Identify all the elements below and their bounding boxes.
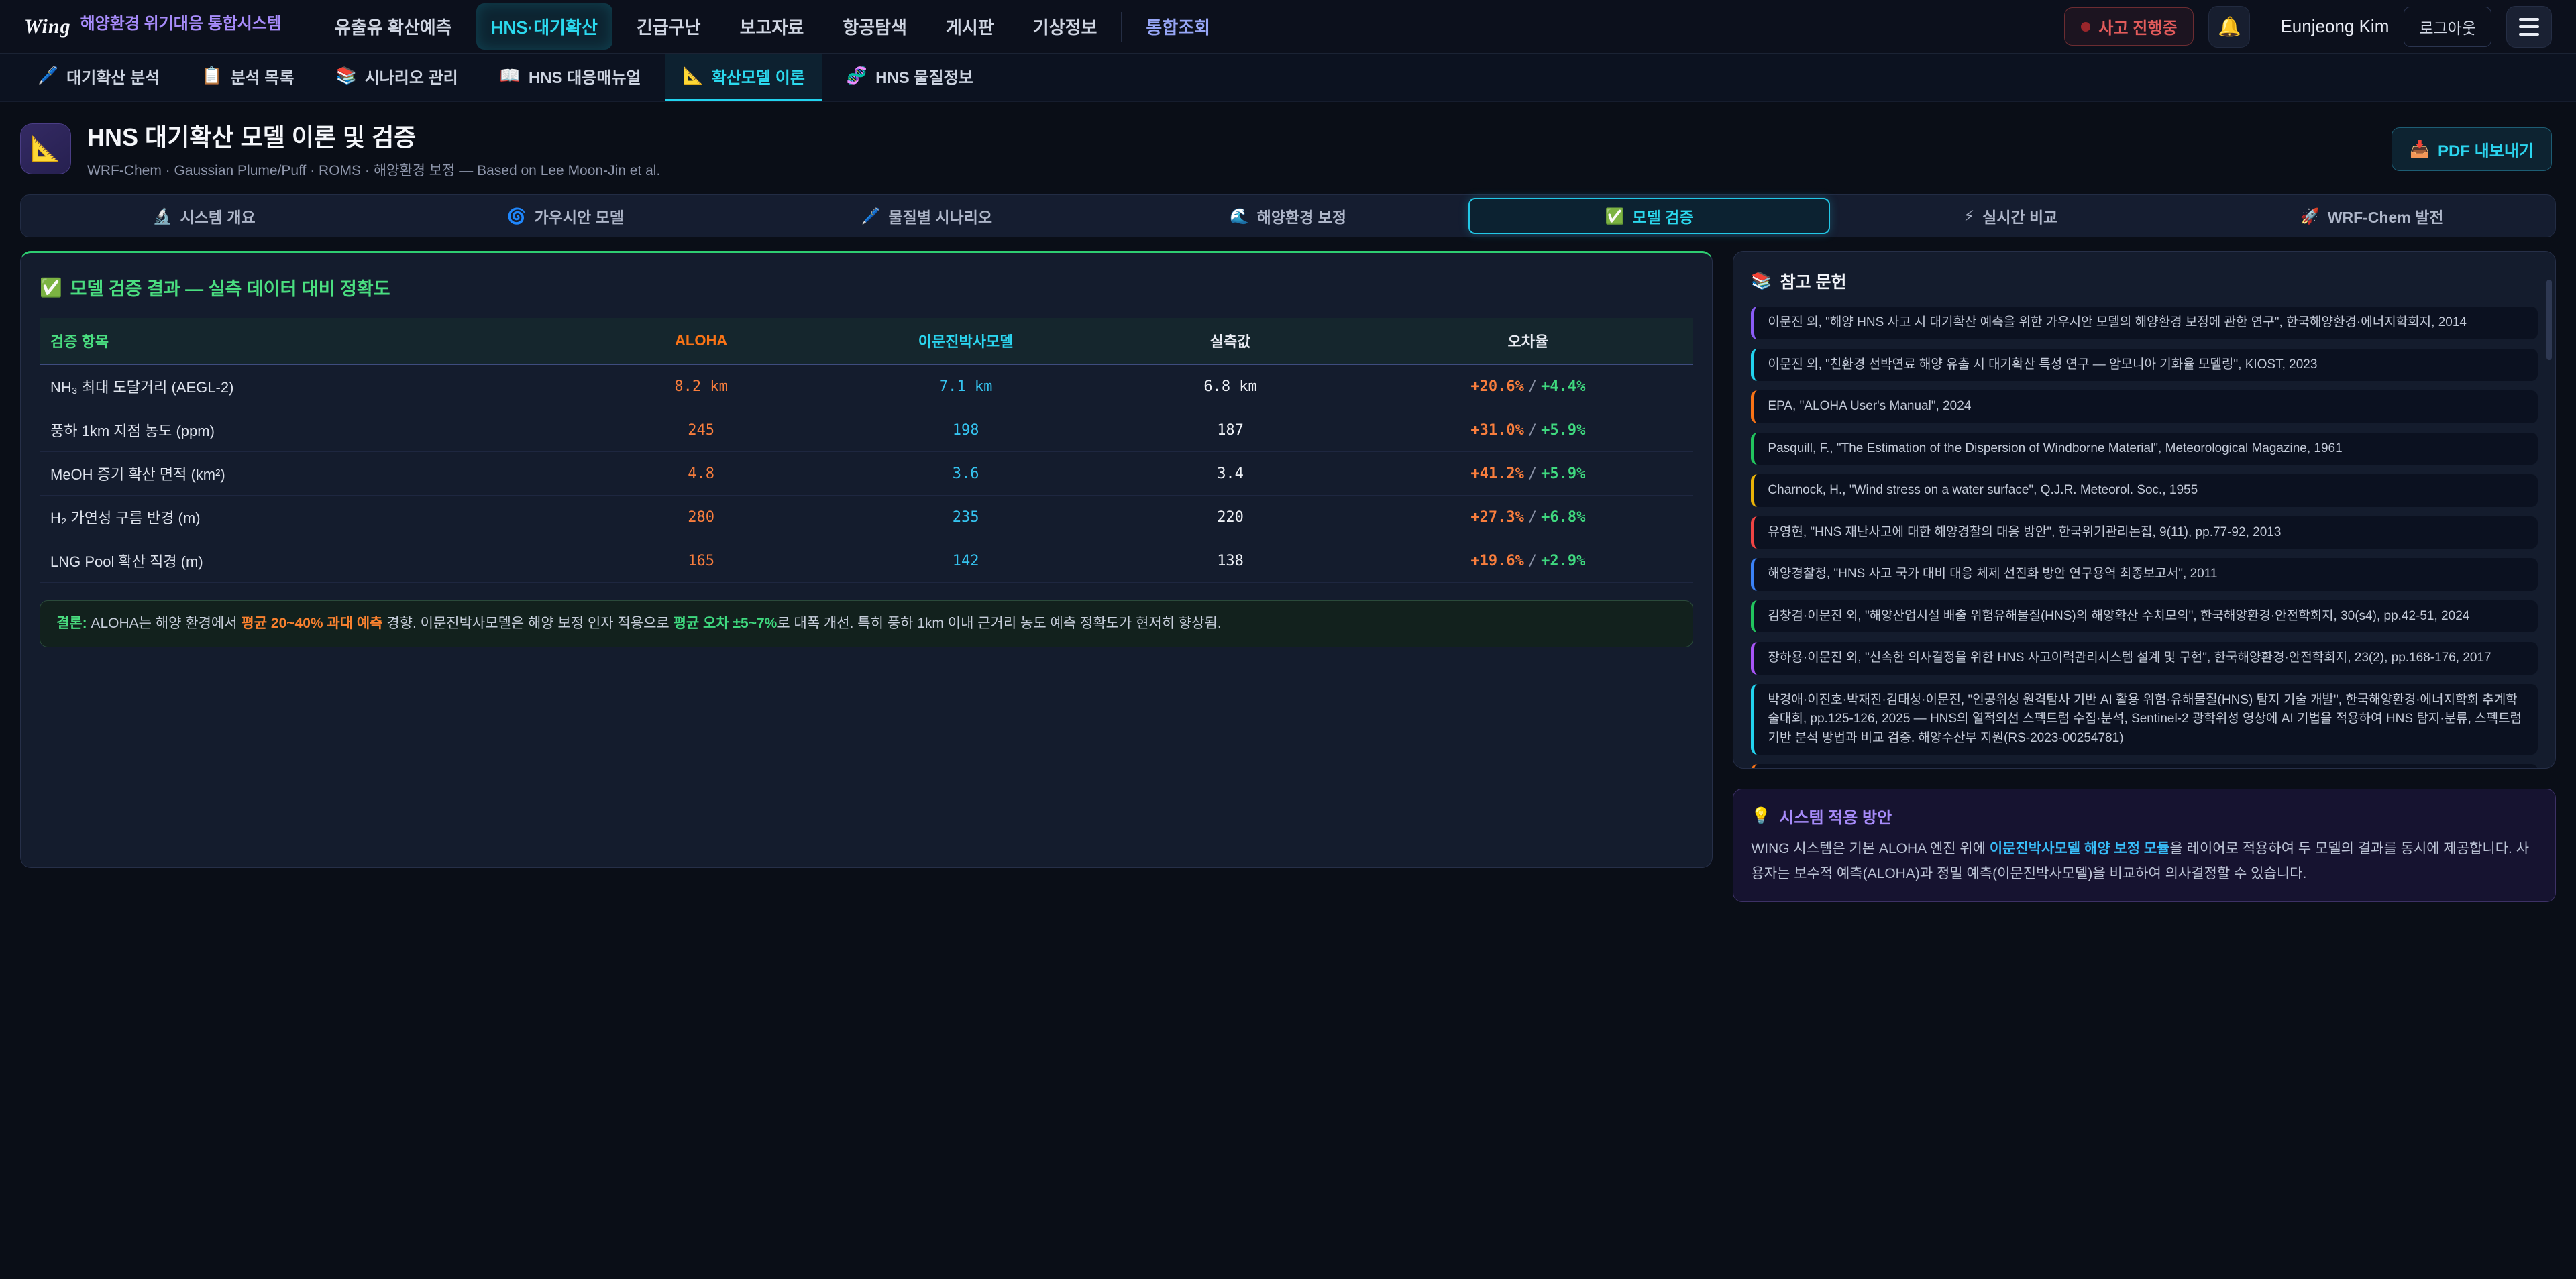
books-icon: 📚	[1751, 272, 1772, 291]
main-menu: 유출유 확산예측 HNS·대기확산 긴급구난 보고자료 항공탐색 게시판 기상정…	[320, 3, 2045, 50]
incident-status-label: 사고 진행중	[2098, 15, 2177, 38]
incident-status-badge: 사고 진행중	[2064, 7, 2194, 46]
clipboard-icon: 📋	[201, 66, 222, 86]
tab-wrf-chem[interactable]: 🚀 WRF-Chem 발전	[2191, 198, 2553, 234]
subnav-item-model-theory[interactable]: 📐 확산모델 이론	[665, 54, 822, 101]
microscope-icon: 🔬	[153, 207, 172, 225]
col-header-moonjin-model: 이문진박사모델	[833, 318, 1097, 364]
books-icon: 📚	[335, 66, 356, 86]
reference-item: 해양경찰청, "HNS 사고 국가 대비 대응 체제 선진화 방안 연구용역 최…	[1751, 558, 2538, 591]
tab-system-overview[interactable]: 🔬 시스템 개요	[23, 198, 385, 234]
check-icon: ✅	[1605, 207, 1625, 225]
nav-item-integrated-search[interactable]: 통합조회	[1131, 3, 1225, 50]
user-name: Eunjeong Kim	[2280, 16, 2389, 37]
tab-marine-correction[interactable]: 🌊 해양환경 보정	[1108, 198, 1469, 234]
dna-icon: 🧬	[847, 66, 867, 86]
col-header-error-rate: 오차율	[1362, 318, 1693, 364]
reference-item: 박경애·이진호·박재진·김태성·이문진, "인공위성 원격탐사 기반 AI 활용…	[1751, 684, 2538, 755]
subnav-item-hns-substance-info[interactable]: 🧬 HNS 물질정보	[829, 54, 991, 101]
wing-logo: Wing	[24, 15, 71, 38]
top-navigation: Wing 해양환경 위기대응 통합시스템 유출유 확산예측 HNS·대기확산 긴…	[0, 0, 2576, 54]
references-list: 이문진 외, "해양 HNS 사고 시 대기확산 예측을 위한 가우시안 모델의…	[1751, 307, 2538, 769]
nav-item-emergency[interactable]: 긴급구난	[622, 3, 716, 50]
hamburger-icon	[2519, 18, 2539, 21]
subnav-item-hns-manual[interactable]: 📖 HNS 대응매뉴얼	[482, 54, 659, 101]
divider	[1121, 12, 1122, 42]
reference-item: Pasquill, F., "The Estimation of the Dis…	[1751, 433, 2538, 465]
wave-icon: 🌊	[1230, 207, 1249, 225]
reference-item: 장하용·이문진 외, "신속한 의사결정을 위한 HNS 사고이력관리시스템 설…	[1751, 642, 2538, 675]
logout-button[interactable]: 로그아웃	[2404, 7, 2491, 47]
model-validation-card: ✅ 모델 검증 결과 — 실측 데이터 대비 정확도 검증 항목 ALOHA 이…	[20, 251, 1713, 868]
tab-substance-scenarios[interactable]: 🖊️ 물질별 시나리오	[746, 198, 1108, 234]
pen-icon: 🖊️	[38, 66, 58, 86]
subnav-item-dispersion-analysis[interactable]: 🖊️ 대기확산 분석	[20, 54, 177, 101]
section-navigation: 🖊️ 대기확산 분석 📋 분석 목록 📚 시나리오 관리 📖 HNS 대응매뉴얼…	[0, 54, 2576, 102]
conclusion-note: 결론: ALOHA는 해양 환경에서 평균 20~40% 과대 예측 경향. 이…	[40, 600, 1693, 647]
table-row: 풍하 1km 지점 농도 (ppm) 245 198 187 +31.0%/+5…	[40, 408, 1693, 452]
bell-icon: 🔔	[2218, 15, 2241, 38]
tab-realtime-comparison[interactable]: ⚡ 실시간 비교	[1830, 198, 2192, 234]
references-card: 📚 참고 문헌 이문진 외, "해양 HNS 사고 시 대기확산 예측을 위한 …	[1733, 251, 2556, 769]
page-header-text: HNS 대기확산 모델 이론 및 검증 WRF-Chem · Gaussian …	[87, 118, 2375, 180]
pdf-export-button[interactable]: 📥 PDF 내보내기	[2392, 127, 2552, 171]
triangle-ruler-icon: 📐	[20, 123, 71, 174]
scrollbar-thumb[interactable]	[2546, 280, 2552, 360]
validation-table: 검증 항목 ALOHA 이문진박사모델 실측값 오차율 NH₃ 최대 도달거리 …	[40, 318, 1693, 583]
validation-table-header: 검증 항목 ALOHA 이문진박사모델 실측값 오차율	[40, 318, 1693, 364]
alert-dot-icon	[2081, 22, 2090, 32]
right-column: 📚 참고 문헌 이문진 외, "해양 HNS 사고 시 대기확산 예측을 위한 …	[1733, 251, 2556, 902]
check-icon: ✅	[40, 277, 62, 298]
table-row: LNG Pool 확산 직경 (m) 165 142 138 +19.6%/+2…	[40, 539, 1693, 583]
notifications-button[interactable]: 🔔	[2208, 6, 2250, 48]
page-header: 📐 HNS 대기확산 모델 이론 및 검증 WRF-Chem · Gaussia…	[0, 102, 2576, 192]
reference-item: 오진덕·김주영·이득재·김용명·최훈·이문진, "다항목 HNS 데이터의 실시…	[1751, 764, 2538, 769]
nav-item-weather[interactable]: 기상정보	[1018, 3, 1112, 50]
reference-item: EPA, "ALOHA User's Manual", 2024	[1751, 390, 2538, 423]
references-title: 📚 참고 문헌	[1751, 269, 2538, 293]
col-header-item: 검증 항목	[40, 318, 569, 364]
reference-item: 이문진 외, "해양 HNS 사고 시 대기확산 예측을 위한 가우시안 모델의…	[1751, 307, 2538, 339]
open-book-icon: 📖	[500, 66, 521, 86]
reference-item: 이문진 외, "친환경 선박연료 해양 유출 시 대기확산 특성 연구 — 암모…	[1751, 349, 2538, 382]
tab-model-validation[interactable]: ✅ 모델 검증	[1468, 198, 1830, 234]
col-header-aloha: ALOHA	[569, 318, 833, 364]
triangle-ruler-icon: 📐	[683, 66, 704, 86]
system-application-card: 💡 시스템 적용 방안 WING 시스템은 기본 ALOHA 엔진 위에 이문진…	[1733, 789, 2556, 902]
cyclone-icon: 🌀	[507, 207, 527, 225]
reference-item: Charnock, H., "Wind stress on a water su…	[1751, 474, 2538, 507]
page-title: HNS 대기확산 모델 이론 및 검증	[87, 118, 2375, 153]
subnav-item-scenario-management[interactable]: 📚 시나리오 관리	[318, 54, 475, 101]
nav-item-board[interactable]: 게시판	[931, 3, 1009, 50]
theory-tab-bar: 🔬 시스템 개요 🌀 가우시안 모델 🖊️ 물질별 시나리오 🌊 해양환경 보정…	[20, 194, 2556, 237]
system-application-body: WING 시스템은 기본 ALOHA 엔진 위에 이문진박사모델 해양 보정 모…	[1751, 837, 2538, 887]
table-row: H₂ 가연성 구름 반경 (m) 280 235 220 +27.3%/+6.8…	[40, 496, 1693, 539]
tab-gaussian-model[interactable]: 🌀 가우시안 모델	[385, 198, 747, 234]
brand: Wing 해양환경 위기대응 통합시스템	[24, 10, 282, 43]
nav-item-reports[interactable]: 보고자료	[725, 3, 819, 50]
col-header-measured: 실측값	[1098, 318, 1362, 364]
pen-icon: 🖊️	[861, 207, 881, 225]
table-row: MeOH 증기 확산 면적 (km²) 4.8 3.6 3.4 +41.2%/+…	[40, 452, 1693, 496]
lightbulb-icon: 💡	[1751, 806, 1771, 826]
reference-item: 김창겸·이문진 외, "해양산업시설 배출 위험유해물질(HNS)의 해양확산 …	[1751, 600, 2538, 633]
table-row: NH₃ 최대 도달거리 (AEGL-2) 8.2 km 7.1 km 6.8 k…	[40, 364, 1693, 408]
menu-button[interactable]	[2506, 6, 2552, 48]
lightning-icon: ⚡	[1964, 207, 1974, 225]
validation-title: ✅ 모델 검증 결과 — 실측 데이터 대비 정확도	[40, 274, 1693, 300]
nav-item-aerial-search[interactable]: 항공탐색	[828, 3, 922, 50]
nav-item-oil-spill[interactable]: 유출유 확산예측	[320, 3, 467, 50]
main-content: ✅ 모델 검증 결과 — 실측 데이터 대비 정확도 검증 항목 ALOHA 이…	[0, 251, 2576, 902]
top-nav-right: 사고 진행중 🔔 Eunjeong Kim 로그아웃	[2064, 6, 2552, 48]
subnav-item-analysis-list[interactable]: 📋 분석 목록	[184, 54, 311, 101]
rocket-icon: 🚀	[2300, 207, 2320, 225]
nav-item-hns-dispersion[interactable]: HNS·대기확산	[476, 3, 612, 50]
page-subtitle: WRF-Chem · Gaussian Plume/Puff · ROMS · …	[87, 160, 2375, 180]
reference-item: 유영현, "HNS 재난사고에 대한 해양경찰의 대응 방안", 한국위기관리논…	[1751, 516, 2538, 549]
app-title: 해양환경 위기대응 통합시스템	[80, 10, 282, 34]
system-application-title: 💡 시스템 적용 방안	[1751, 804, 2538, 828]
download-icon: 📥	[2410, 140, 2430, 159]
